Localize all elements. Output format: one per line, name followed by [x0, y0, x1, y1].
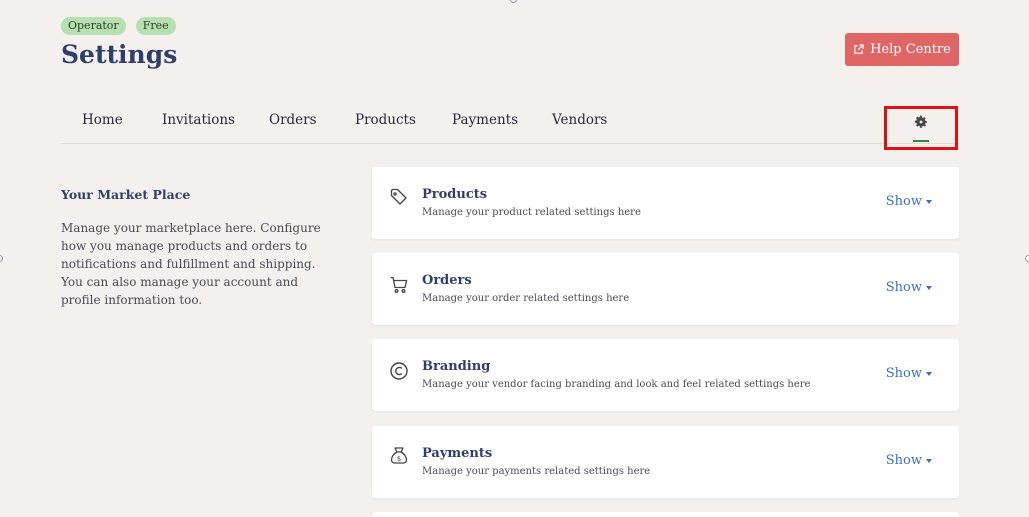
svg-text:$: $: [397, 455, 401, 463]
card-payments[interactable]: $ Payments Manage your payments related …: [372, 426, 959, 498]
section-title: Your Market Place: [61, 187, 191, 202]
copyright-icon: [389, 361, 409, 381]
card-next-partial[interactable]: [372, 512, 959, 517]
section-description: Manage your marketplace here. Configure …: [61, 221, 321, 307]
card-title: Payments: [422, 446, 493, 461]
nav-payments[interactable]: Payments: [452, 112, 518, 128]
money-bag-icon: $: [389, 446, 409, 466]
active-tab-indicator: [913, 140, 929, 142]
show-toggle-button[interactable]: Show: [886, 366, 932, 381]
caret-down-icon: [926, 458, 932, 463]
card-subtitle: Manage your product related settings her…: [422, 207, 641, 218]
caret-down-icon: [926, 371, 932, 376]
show-label: Show: [885, 280, 922, 295]
show-label: Show: [885, 453, 922, 468]
operator-badge: Operator: [61, 17, 126, 35]
external-link-icon: [854, 44, 864, 54]
show-toggle-button[interactable]: Show: [886, 453, 932, 468]
caret-down-icon: [926, 285, 932, 290]
nav-home[interactable]: Home: [82, 112, 123, 128]
help-centre-button[interactable]: Help Centre: [845, 33, 959, 66]
show-label: Show: [885, 194, 922, 209]
caret-down-icon: [926, 199, 932, 204]
nav-products[interactable]: Products: [355, 112, 416, 128]
card-title: Orders: [422, 273, 472, 288]
nav-settings-tab[interactable]: [884, 106, 958, 150]
card-orders[interactable]: Orders Manage your order related setting…: [372, 253, 959, 325]
card-subtitle: Manage your payments related settings he…: [422, 466, 651, 477]
marketplace-intro: Your Market Place Manage your marketplac…: [61, 187, 341, 309]
show-label: Show: [885, 366, 922, 381]
resize-handle-top[interactable]: [510, 0, 517, 3]
resize-handle-left[interactable]: [0, 255, 3, 262]
show-toggle-button[interactable]: Show: [886, 194, 932, 209]
card-title: Branding: [422, 359, 491, 374]
card-title: Products: [422, 187, 488, 202]
help-centre-label: Help Centre: [870, 42, 951, 57]
main-nav: Home Invitations Orders Products Payment…: [61, 98, 959, 150]
plan-badges: Operator Free: [61, 17, 176, 35]
card-subtitle: Manage your vendor facing branding and l…: [422, 379, 811, 390]
show-toggle-button[interactable]: Show: [886, 280, 932, 295]
nav-vendors[interactable]: Vendors: [552, 112, 607, 128]
card-subtitle: Manage your order related settings here: [422, 293, 630, 304]
page-title: Settings: [61, 40, 178, 69]
card-branding[interactable]: Branding Manage your vendor facing brand…: [372, 339, 959, 411]
cart-icon: [389, 275, 409, 295]
tag-icon: [389, 187, 409, 207]
resize-handle-right[interactable]: [1025, 255, 1029, 262]
plan-badge: Free: [135, 17, 176, 35]
card-products[interactable]: Products Manage your product related set…: [372, 167, 959, 239]
nav-invitations[interactable]: Invitations: [162, 112, 235, 128]
nav-orders[interactable]: Orders: [269, 112, 317, 128]
gear-icon: [914, 115, 927, 128]
